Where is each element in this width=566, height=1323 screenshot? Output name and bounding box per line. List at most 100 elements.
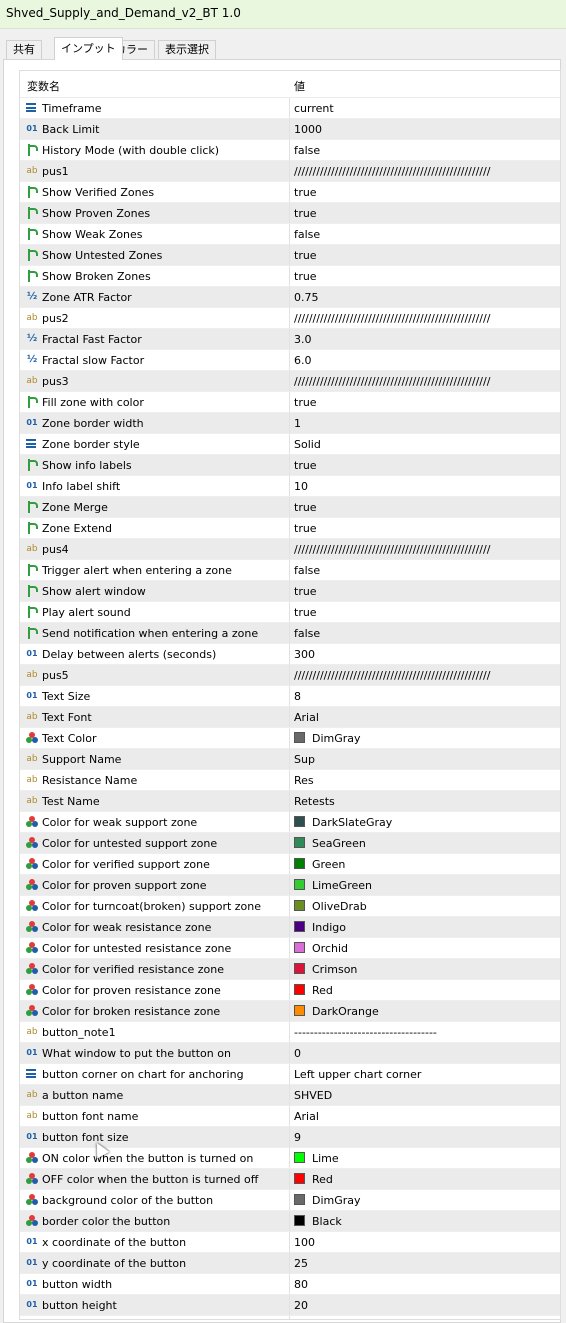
parameter-row[interactable]: Color for broken resistance zone DarkOran… <box>20 1001 560 1022</box>
parameter-row[interactable]: 01 What window to put the button on 0 <box>20 1043 560 1064</box>
parameter-value-cell[interactable]: OliveDrab <box>293 896 560 916</box>
parameter-row[interactable]: Send notification when entering a zone fa… <box>20 623 560 644</box>
parameter-row[interactable]: ab a button name SHVED <box>20 1085 560 1106</box>
parameter-row[interactable]: Show Proven Zones true <box>20 203 560 224</box>
parameter-value-cell[interactable]: true <box>293 392 560 412</box>
parameter-row[interactable]: Color for proven resistance zone Red <box>20 980 560 1001</box>
parameter-row[interactable]: ab Resistance Name Res <box>20 770 560 791</box>
parameter-row[interactable]: ab pus4 //////////////////////////////////… <box>20 539 560 560</box>
parameter-value[interactable]: true <box>294 501 317 514</box>
parameter-value-cell[interactable]: false <box>293 623 560 643</box>
parameter-row[interactable]: 01 Info label shift 10 <box>20 476 560 497</box>
parameter-value[interactable]: true <box>294 186 317 199</box>
tab-common[interactable]: 共有 <box>6 40 42 59</box>
parameter-row[interactable]: Zone Merge true <box>20 497 560 518</box>
parameter-value-cell[interactable]: Indigo <box>293 917 560 937</box>
parameter-value-cell[interactable]: 1000 <box>293 119 560 139</box>
parameter-row[interactable]: Show Weak Zones false <box>20 224 560 245</box>
parameter-value-cell[interactable]: Left upper chart corner <box>293 1064 560 1084</box>
parameter-value[interactable]: current <box>294 102 334 115</box>
parameter-value[interactable]: 1000 <box>294 123 322 136</box>
parameter-row[interactable]: Color for verified support zone Green <box>20 854 560 875</box>
column-header-value[interactable]: 値 <box>294 78 305 94</box>
parameter-value-cell[interactable]: Arial <box>293 1106 560 1126</box>
parameter-value-cell[interactable]: 0.75 <box>293 287 560 307</box>
parameter-row[interactable]: ab pus1 //////////////////////////////////… <box>20 161 560 182</box>
parameter-value[interactable]: Black <box>312 1215 342 1228</box>
parameter-value[interactable]: Arial <box>294 1110 319 1123</box>
parameter-value-cell[interactable]: Red <box>293 980 560 1000</box>
parameter-value[interactable]: false <box>294 564 320 577</box>
parameter-row[interactable]: background color of the button DimGray <box>20 1190 560 1211</box>
parameter-value[interactable]: 20 <box>294 1299 308 1312</box>
parameter-row[interactable]: 01 button width 80 <box>20 1274 560 1295</box>
parameter-value-cell[interactable]: Crimson <box>293 959 560 979</box>
parameter-value[interactable]: true <box>294 522 317 535</box>
parameter-value-cell[interactable]: 300 <box>293 644 560 664</box>
parameter-value[interactable]: OliveDrab <box>312 900 367 913</box>
parameter-row[interactable]: ab Support Name Sup <box>20 749 560 770</box>
parameter-row[interactable]: 01 Text Size 8 <box>20 686 560 707</box>
parameter-row[interactable]: 01 y coordinate of the button 25 <box>20 1253 560 1274</box>
parameter-value-cell[interactable]: true <box>293 182 560 202</box>
parameter-row[interactable]: History Mode (with double click) false <box>20 140 560 161</box>
parameter-value[interactable]: ------------------------------------ <box>294 1026 437 1039</box>
parameter-value-cell[interactable]: SeaGreen <box>293 833 560 853</box>
parameter-value-cell[interactable]: ////////////////////////////////////////… <box>293 308 560 328</box>
parameter-value-cell[interactable]: false <box>293 140 560 160</box>
parameter-value-cell[interactable]: 10 <box>293 476 560 496</box>
parameter-value-cell[interactable]: 1 <box>293 413 560 433</box>
parameter-value[interactable]: true <box>294 270 317 283</box>
parameter-row[interactable]: Show alert window true <box>20 581 560 602</box>
parameter-value[interactable]: 6.0 <box>294 354 312 367</box>
parameter-value[interactable]: 80 <box>294 1278 308 1291</box>
parameter-row[interactable]: Show info labels true <box>20 455 560 476</box>
parameter-row[interactable]: Show Untested Zones true <box>20 245 560 266</box>
parameter-value-cell[interactable]: ////////////////////////////////////////… <box>293 665 560 685</box>
parameter-value[interactable]: 25 <box>294 1257 308 1270</box>
parameter-value[interactable]: false <box>294 627 320 640</box>
parameter-value[interactable]: DarkSlateGray <box>312 816 392 829</box>
parameter-value-cell[interactable]: Black <box>293 1211 560 1231</box>
parameter-value-cell[interactable]: current <box>293 98 560 118</box>
parameter-value[interactable]: DimGray <box>312 1194 361 1207</box>
parameter-value[interactable]: Sup <box>294 753 315 766</box>
parameter-value-cell[interactable]: ////////////////////////////////////////… <box>293 161 560 181</box>
parameter-row[interactable]: ab pus3 //////////////////////////////////… <box>20 371 560 392</box>
parameter-row[interactable]: 01 x coordinate of the button 100 <box>20 1232 560 1253</box>
parameter-row[interactable]: border color the button Black <box>20 1211 560 1232</box>
parameter-value[interactable]: true <box>294 207 317 220</box>
parameter-value-cell[interactable]: 8 <box>293 686 560 706</box>
parameter-value[interactable]: Retests <box>294 795 335 808</box>
parameter-value[interactable]: true <box>294 585 317 598</box>
parameter-row[interactable]: Color for turncoat(broken) support zone O… <box>20 896 560 917</box>
parameter-value[interactable]: false <box>294 144 320 157</box>
tab-inputs[interactable]: インプット <box>54 37 123 60</box>
parameter-value-cell[interactable]: Red <box>293 1169 560 1189</box>
parameter-value[interactable]: Solid <box>294 438 321 451</box>
parameter-value[interactable]: ////////////////////////////////////////… <box>294 543 490 556</box>
parameter-value-cell[interactable]: false <box>293 560 560 580</box>
parameter-row[interactable]: ab pus2 //////////////////////////////////… <box>20 308 560 329</box>
parameter-value[interactable]: 0.75 <box>294 291 319 304</box>
parameter-row[interactable]: button corner on chart for anchoring Left… <box>20 1064 560 1085</box>
parameter-value[interactable]: true <box>294 606 317 619</box>
parameter-value[interactable]: ////////////////////////////////////////… <box>294 375 490 388</box>
parameter-value[interactable]: Res <box>294 774 314 787</box>
parameter-row[interactable]: Play alert sound true <box>20 602 560 623</box>
parameter-value[interactable]: 300 <box>294 648 315 661</box>
parameter-value-cell[interactable]: Res <box>293 770 560 790</box>
parameter-value-cell[interactable]: true <box>293 602 560 622</box>
parameter-value-cell[interactable]: Green <box>293 854 560 874</box>
parameter-value-cell[interactable]: Orchid <box>293 938 560 958</box>
parameter-value[interactable]: Red <box>312 984 333 997</box>
parameter-value[interactable]: SHVED <box>294 1089 332 1102</box>
parameter-value-cell[interactable]: Solid <box>293 434 560 454</box>
tab-visualization[interactable]: 表示選択 <box>158 40 216 59</box>
parameter-value-cell[interactable]: ////////////////////////////////////////… <box>293 539 560 559</box>
parameter-value[interactable]: ////////////////////////////////////////… <box>294 165 490 178</box>
parameter-value[interactable]: Green <box>312 858 345 871</box>
parameter-value[interactable]: Left upper chart corner <box>294 1068 421 1081</box>
parameter-row[interactable]: Color for verified resistance zone Crimso… <box>20 959 560 980</box>
column-header-variable[interactable]: 変数名 <box>27 78 60 94</box>
